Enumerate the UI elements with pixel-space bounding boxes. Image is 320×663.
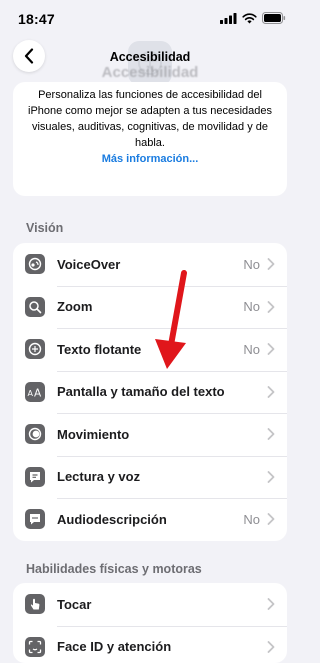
row-display-text-size[interactable]: AA Pantalla y tamaño del texto [13, 371, 287, 414]
row-face-id-attention[interactable]: Face ID y atención [13, 626, 287, 663]
touch-icon [25, 594, 45, 614]
row-label: Lectura y voz [57, 469, 140, 484]
chevron-right-icon [267, 386, 275, 398]
physical-motor-group: Tocar Face ID y atención [13, 583, 287, 663]
row-value: No [243, 512, 260, 527]
status-time: 18:47 [18, 11, 55, 27]
row-value: No [243, 342, 260, 357]
chevron-right-icon [267, 471, 275, 483]
row-spoken-content[interactable]: Lectura y voz [13, 456, 287, 499]
status-icons [220, 12, 286, 24]
large-title-ghost: Accesibilidad [0, 64, 300, 81]
section-title-physical-motor: Habilidades físicas y motoras [26, 562, 202, 576]
row-label: Movimiento [57, 427, 129, 442]
voiceover-icon [25, 254, 45, 274]
chevron-right-icon [267, 513, 275, 525]
signal-icon [220, 13, 237, 24]
nav-header: Accesibilidad Accesibilidad [0, 40, 300, 86]
row-zoom[interactable]: Zoom No [13, 286, 287, 329]
row-value: No [243, 257, 260, 272]
row-label: VoiceOver [57, 257, 120, 272]
chevron-right-icon [267, 428, 275, 440]
motion-icon [25, 424, 45, 444]
vision-group: VoiceOver No Zoom No Texto flotante No A… [13, 243, 287, 541]
chevron-right-icon [267, 301, 275, 313]
hover-text-icon [25, 339, 45, 359]
row-motion[interactable]: Movimiento [13, 413, 287, 456]
row-voiceover[interactable]: VoiceOver No [13, 243, 287, 286]
row-hover-text[interactable]: Texto flotante No [13, 328, 287, 371]
chevron-right-icon [267, 598, 275, 610]
face-id-icon [25, 637, 45, 657]
section-title-vision: Visión [26, 221, 63, 235]
row-audio-description[interactable]: Audiodescripción No [13, 498, 287, 541]
row-touch[interactable]: Tocar [13, 583, 287, 626]
svg-text:A: A [28, 389, 34, 398]
row-label: Audiodescripción [57, 512, 167, 527]
chevron-right-icon [267, 343, 275, 355]
wifi-icon [242, 13, 257, 24]
audio-description-icon [25, 509, 45, 529]
intro-card: Personaliza las funciones de accesibilid… [13, 82, 287, 196]
row-label: Tocar [57, 597, 91, 612]
row-label: Pantalla y tamaño del texto [57, 384, 225, 399]
svg-text:A: A [34, 387, 42, 399]
page-title: Accesibilidad [0, 50, 300, 64]
chevron-right-icon [267, 641, 275, 653]
zoom-icon [25, 297, 45, 317]
battery-icon [262, 12, 286, 24]
row-label: Zoom [57, 299, 92, 314]
row-value: No [243, 299, 260, 314]
more-info-link[interactable]: Más información... [13, 151, 287, 167]
intro-description: Personaliza las funciones de accesibilid… [23, 87, 277, 151]
row-label: Face ID y atención [57, 639, 171, 654]
chevron-right-icon [267, 258, 275, 270]
spoken-content-icon [25, 467, 45, 487]
row-label: Texto flotante [57, 342, 141, 357]
status-bar: 18:47 [0, 0, 300, 40]
text-size-icon: AA [25, 382, 45, 402]
